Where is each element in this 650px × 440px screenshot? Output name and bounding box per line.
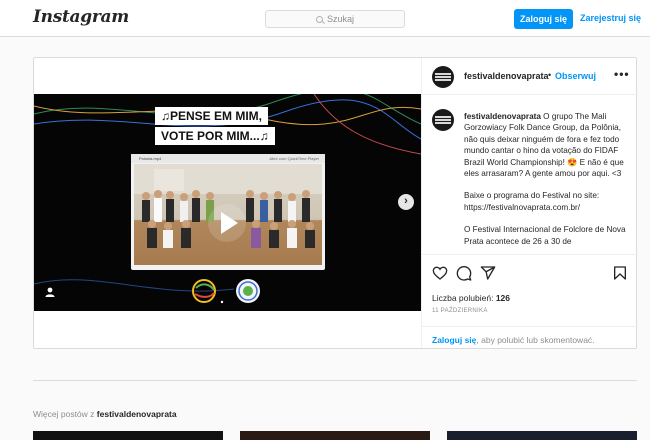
instagram-logo[interactable]: Instagram	[33, 7, 129, 27]
post-caption: festivaldenovaprata O grupo The Mali Gor…	[464, 111, 630, 251]
search-placeholder: Szukaj	[326, 14, 354, 24]
login-prompt: Zaloguj się, aby polubić lub skomentować…	[422, 326, 638, 348]
post-actions: Liczba polubień: 126 11 PAŹDZIERNIKA	[422, 254, 638, 314]
more-posts-username[interactable]: festivaldenovaprata	[97, 409, 177, 419]
likes-label: Liczba polubień:	[432, 293, 494, 303]
post-header: festivaldenovaprata • Obserwuj •••	[422, 58, 638, 95]
avatar[interactable]	[432, 66, 454, 88]
festival-logos	[192, 279, 260, 304]
search-input[interactable]: Szukaj	[265, 10, 405, 28]
more-posts-heading: Więcej postów z festivaldenovaprata	[33, 409, 177, 419]
video-player-label: Abrir com QuickTime Player	[269, 156, 319, 161]
caption-paragraph-2: Baixe o programa do Festival no site: ht…	[464, 191, 600, 212]
register-link[interactable]: Zarejestruj się	[580, 13, 641, 23]
likes-count[interactable]: Liczba polubień: 126	[432, 293, 510, 303]
share-icon[interactable]	[480, 265, 496, 281]
likes-value: 126	[495, 293, 510, 303]
login-button[interactable]: Zaloguj się	[514, 9, 573, 29]
post-username[interactable]: festivaldenovaprata	[464, 71, 549, 81]
post-thumbnail[interactable]	[33, 431, 223, 440]
caption-username[interactable]: festivaldenovaprata	[464, 112, 541, 121]
chevron-right-icon[interactable]: ›	[398, 194, 414, 210]
follow-button[interactable]: Obserwuj	[555, 71, 596, 81]
caption-avatar[interactable]	[432, 109, 454, 131]
play-icon[interactable]	[207, 203, 247, 243]
login-link[interactable]: Zaloguj się	[432, 335, 476, 345]
bookmark-icon[interactable]	[612, 265, 628, 281]
post-card: ♫PENSE EM MIM, VOTE POR MIM...♫ Polonia.…	[33, 57, 638, 349]
login-prompt-text: , aby polubić lub skomentować.	[476, 335, 595, 345]
post-thumbnail[interactable]	[240, 431, 430, 440]
post-sidebar: festivaldenovaprata • Obserwuj ••• festi…	[421, 58, 638, 348]
comment-icon[interactable]	[456, 265, 472, 281]
post-media[interactable]: ♫PENSE EM MIM, VOTE POR MIM...♫ Polonia.…	[34, 94, 421, 311]
banner-line-2: VOTE POR MIM...♫	[155, 127, 275, 145]
post-date[interactable]: 11 PAŹDZIERNIKA	[432, 308, 488, 314]
post-thumbnail[interactable]	[447, 431, 637, 440]
more-posts-prefix: Więcej postów z	[33, 409, 97, 419]
search-icon	[315, 15, 323, 23]
section-divider	[33, 380, 637, 381]
vote-banner: ♫PENSE EM MIM, VOTE POR MIM...♫	[155, 107, 303, 149]
more-icon[interactable]: •••	[614, 67, 630, 81]
banner-line-1: ♫PENSE EM MIM,	[155, 107, 269, 125]
heart-icon[interactable]	[432, 265, 448, 281]
caption-paragraph-3: O Festival Internacional de Folclore de …	[464, 225, 626, 246]
top-navigation-bar: Instagram Szukaj Zaloguj się Zarejestruj…	[0, 0, 650, 37]
caption-text: O grupo The Mali Gorzowiacy Folk Dance G…	[464, 112, 624, 179]
separator-dot: •	[548, 70, 552, 80]
user-tag-icon[interactable]	[44, 286, 56, 298]
